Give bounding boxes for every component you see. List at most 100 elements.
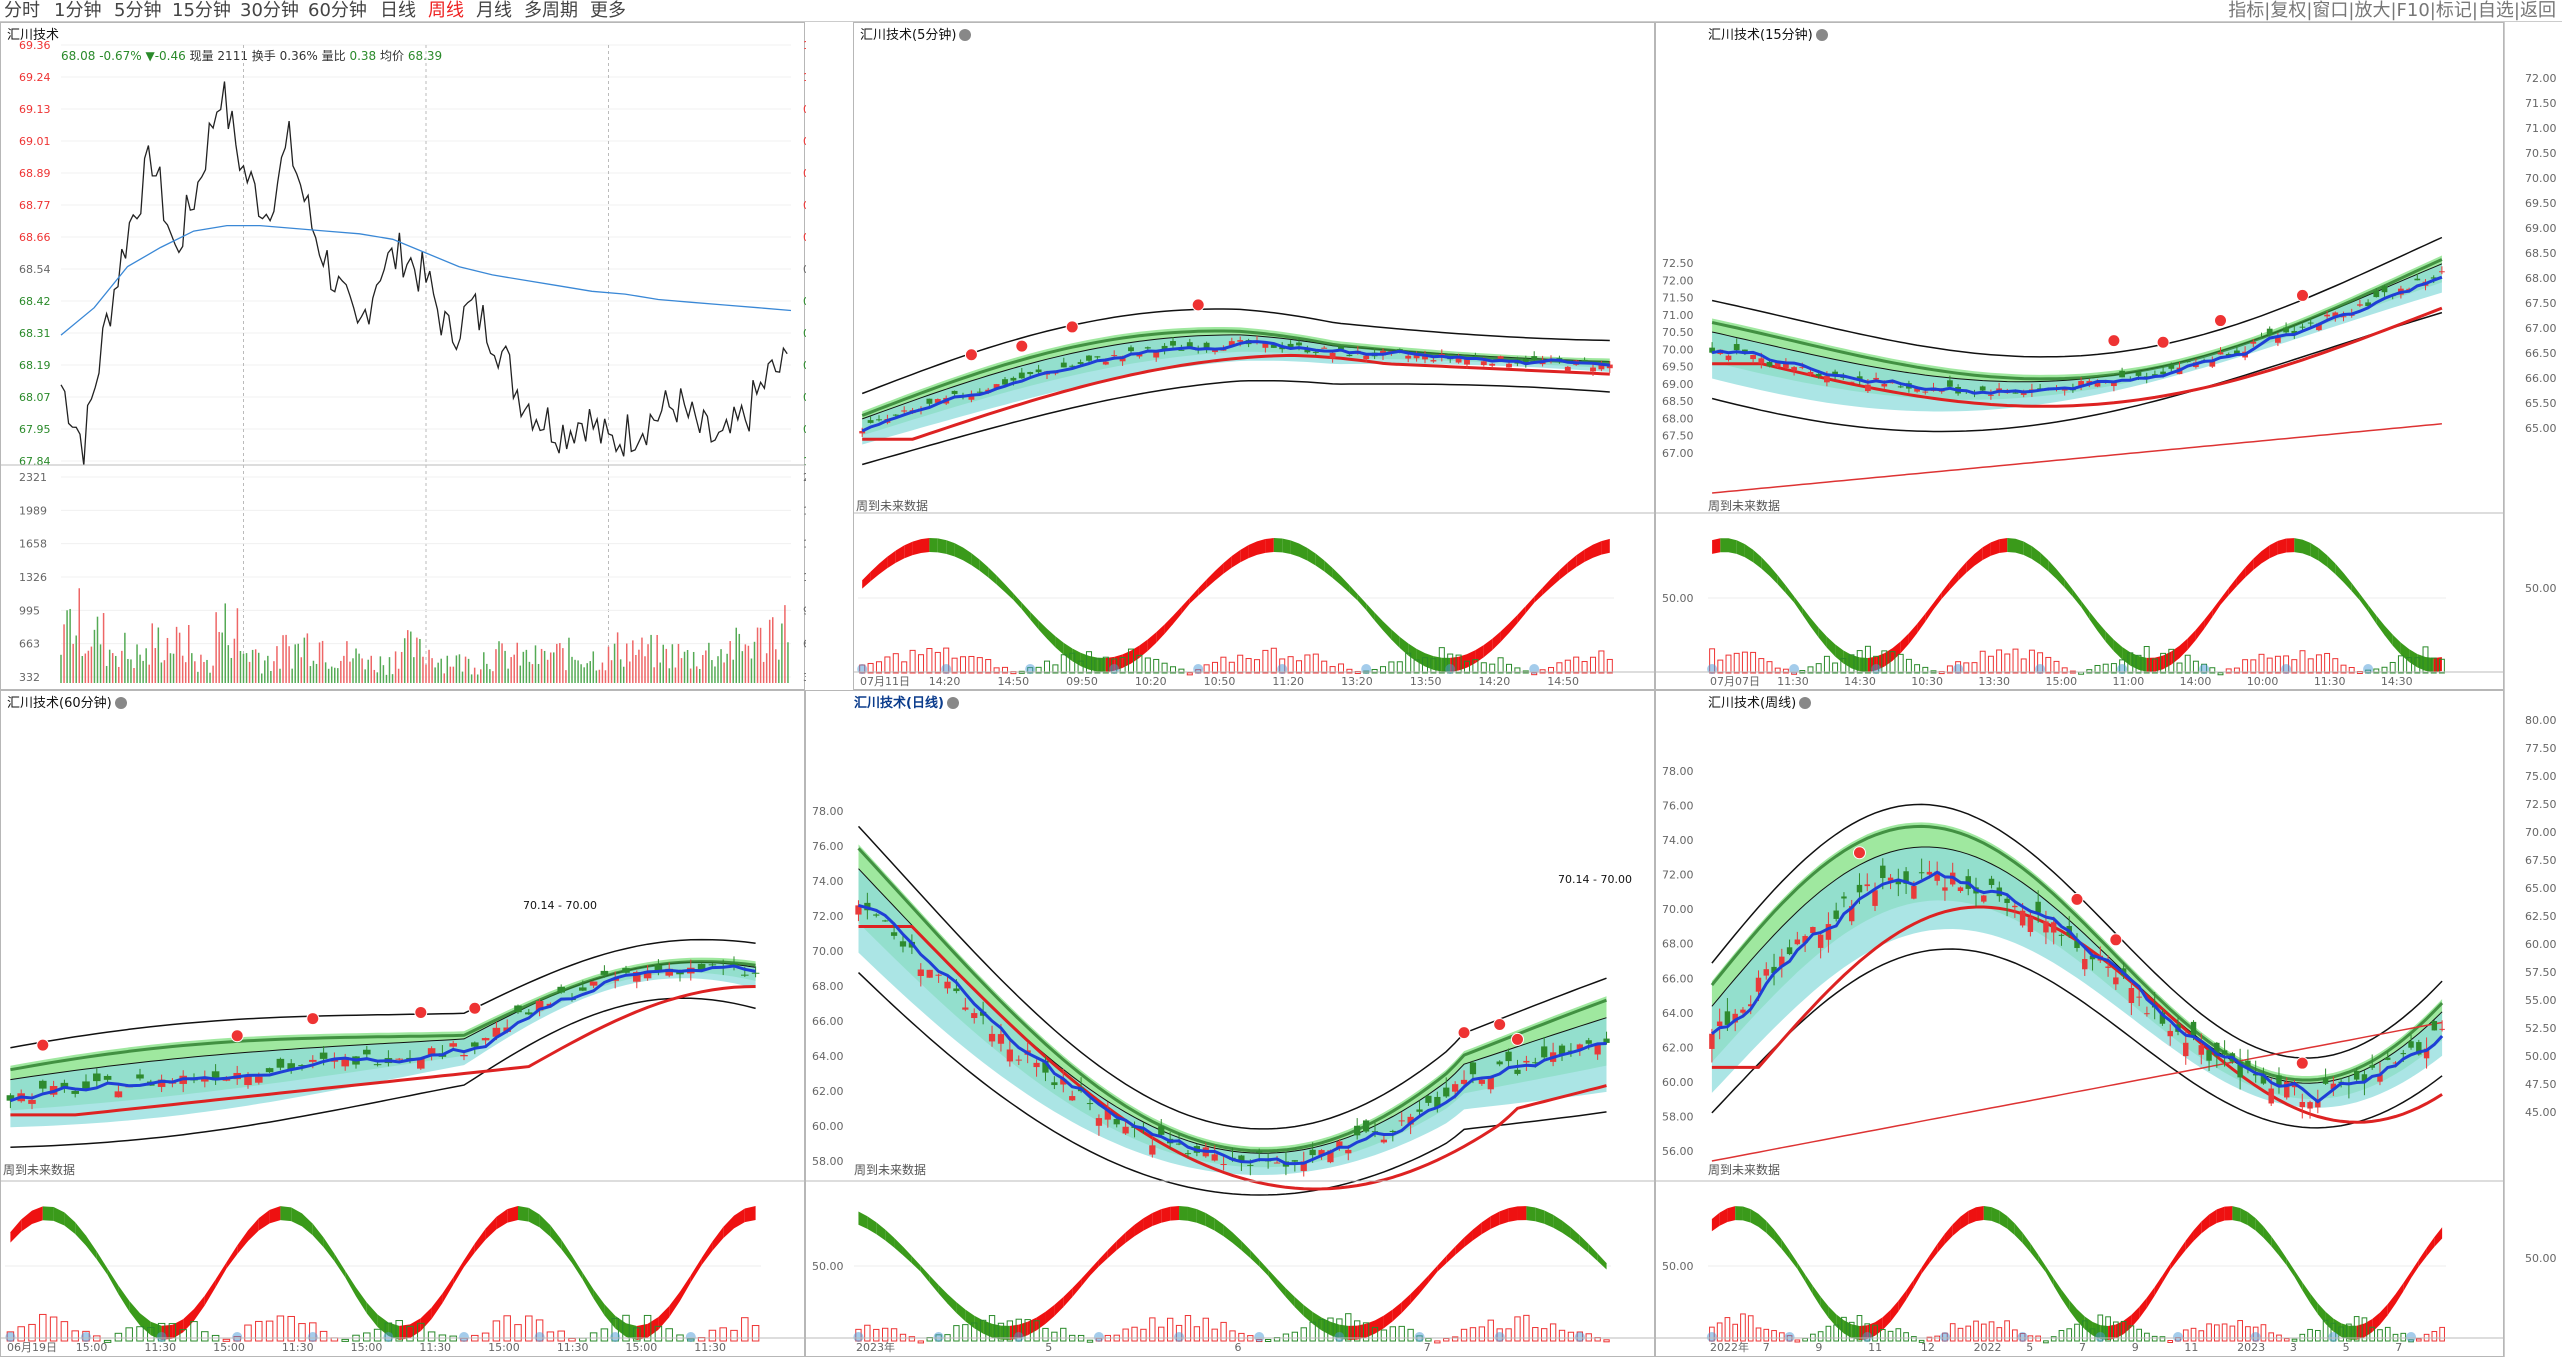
osc-tick: 50.00 (2525, 1252, 2557, 1265)
momentum-bar (1407, 1328, 1414, 1342)
osc-ribbon (983, 1320, 993, 1338)
momentum-bar (2182, 1329, 2189, 1342)
signal-dot (2095, 1332, 2106, 1342)
osc-ribbon (1063, 642, 1073, 662)
osc-ribbon (876, 1222, 886, 1241)
momentum-bar (873, 1328, 880, 1342)
osc-ribbon (1517, 1206, 1527, 1221)
tab-multi-period[interactable]: 多周期 (524, 0, 578, 22)
upper-envelope (1711, 236, 2443, 358)
right-menu[interactable]: 指标|复权|窗口|放大|F10|标记|自选|返回 (2228, 0, 2556, 22)
price-tick: 78.00 (1662, 765, 1694, 778)
price-tick: 68.42 (19, 295, 51, 308)
candle-up (1750, 355, 1756, 360)
price-tick: 76.00 (1662, 800, 1694, 813)
osc-ribbon (1890, 1300, 1899, 1322)
osc-ribbon (1535, 1207, 1545, 1224)
osc-ribbon (2343, 572, 2352, 592)
candle-down (1514, 1069, 1521, 1074)
momentum-bar (2384, 1326, 2391, 1342)
osc-ribbon (1383, 1309, 1393, 1329)
tab-monthly[interactable]: 月线 (476, 0, 512, 22)
osc-ribbon (2195, 620, 2205, 640)
candle-down (1505, 1051, 1512, 1062)
osc-ribbon (2395, 1283, 2404, 1304)
candle-up (2268, 1088, 2274, 1104)
osc-ribbon (626, 1323, 637, 1340)
signal-dot (1093, 1332, 1104, 1342)
tab-weekly[interactable]: 周线 (428, 0, 464, 22)
right-price-strip: 72.00 71.50 71.00 70.50 70.00 69.50 69.00 68.50… (2504, 22, 2562, 1357)
price-tick: 72.50 (2525, 798, 2557, 811)
price-tick: 67.84 (19, 455, 51, 468)
momentum-bar (909, 649, 916, 674)
momentum-bar (2291, 659, 2298, 674)
candle-up (1211, 1154, 1218, 1161)
osc-ribbon (2253, 551, 2262, 570)
momentum-bar (2050, 1336, 2057, 1342)
osc-ribbon (1925, 602, 1934, 622)
tab-fenshi[interactable]: 分时 (4, 0, 40, 22)
osc-ribbon (1134, 1218, 1144, 1237)
price-tick: 62.00 (1662, 1041, 1694, 1054)
osc-ribbon (1467, 650, 1476, 668)
momentum-bar (1211, 1328, 1218, 1342)
osc-ribbon (1215, 563, 1224, 581)
osc-ribbon (1562, 1220, 1571, 1239)
osc-ribbon (2294, 1270, 2303, 1291)
weekly-chart: 78.00 76.00 74.00 72.00 70.00 68.00 66.00 64.00… (1656, 765, 2505, 1354)
price-tick: 62.00 (812, 1085, 844, 1098)
candle-up (1957, 887, 1964, 892)
candle-down (1786, 947, 1793, 955)
tab-30min[interactable]: 30分钟 (240, 0, 299, 22)
candle-up (1807, 371, 1814, 375)
candle-up (1122, 1126, 1129, 1134)
osc-ribbon (2053, 1278, 2062, 1299)
osc-ribbon (1875, 1317, 1883, 1336)
momentum-bar (1153, 658, 1160, 674)
osc-ribbon (107, 1268, 119, 1295)
osc-ribbon (2014, 1223, 2023, 1244)
momentum-bar (1825, 1325, 1832, 1342)
osc-ribbon (2426, 1237, 2435, 1257)
osc-ribbon (1508, 1206, 1518, 1222)
osc-ribbon (1072, 1278, 1082, 1298)
osc-ribbon (937, 538, 947, 554)
candle-down (951, 390, 958, 394)
upper-envelope (10, 938, 756, 1049)
tab-15min[interactable]: 15分钟 (172, 0, 231, 22)
osc-ribbon (1917, 613, 1926, 634)
osc-ribbon (1742, 1206, 1751, 1223)
candle-up (1873, 377, 1879, 380)
tab-daily[interactable]: 日线 (380, 0, 416, 22)
tab-5min[interactable]: 5分钟 (114, 0, 161, 22)
osc-ribbon (2187, 629, 2196, 650)
osc-ribbon (1750, 1209, 1759, 1227)
tab-more[interactable]: 更多 (590, 0, 626, 22)
momentum-bar (1262, 649, 1269, 674)
osc-ribbon (1719, 1208, 1728, 1226)
candle-down (2119, 370, 2125, 378)
momentum-bar (1245, 658, 1252, 674)
osc-ribbon (1952, 1216, 1961, 1236)
price-tick: 69.36 (19, 39, 51, 52)
candle-down (1832, 371, 1838, 374)
osc-ribbon (2220, 587, 2229, 605)
candle-up (2050, 922, 2057, 933)
momentum-bar (2397, 655, 2404, 674)
momentum-bar (1051, 1331, 1058, 1342)
osc-ribbon (1553, 1214, 1563, 1233)
momentum-bar (892, 653, 899, 674)
candle-down (1086, 355, 1092, 361)
tab-1min[interactable]: 1分钟 (54, 0, 101, 22)
momentum-bar (276, 1315, 285, 1342)
osc-ribbon (1805, 1274, 1813, 1295)
candle-down (1766, 362, 1773, 367)
candle-down (265, 1068, 274, 1073)
osc-ribbon (1720, 538, 1729, 553)
momentum-bar (2400, 1332, 2407, 1342)
osc-ribbon (140, 1313, 151, 1336)
price-tick: 69.13 (19, 103, 51, 116)
tab-60min[interactable]: 60分钟 (308, 0, 367, 22)
osc-ribbon (2022, 1232, 2031, 1253)
